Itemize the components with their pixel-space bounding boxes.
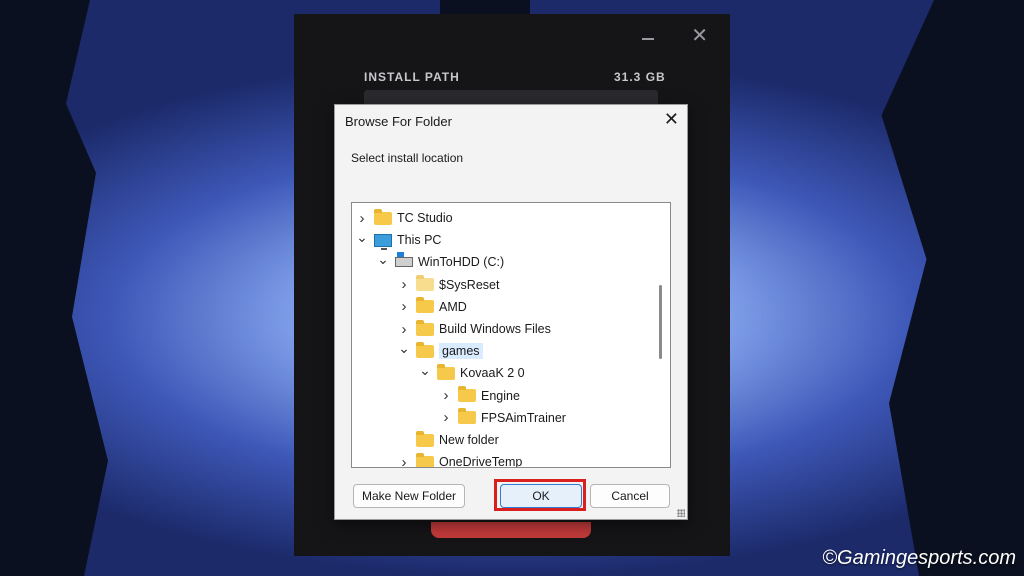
tree-item[interactable]: › FPSAimTrainer: [440, 407, 670, 429]
install-size: 31.3 GB: [614, 70, 666, 84]
dialog-title: Browse For Folder: [345, 114, 452, 129]
tree-item-label: $SysReset: [439, 277, 500, 292]
tree-item-label: WinToHDD (C:): [418, 255, 505, 270]
tree-item[interactable]: › Engine: [440, 385, 670, 407]
tree-item-label: games: [439, 343, 483, 360]
tree-item-label: New folder: [439, 433, 499, 447]
tree-item[interactable]: ›New folder: [398, 429, 670, 451]
chevron-right-icon[interactable]: ›: [398, 298, 410, 315]
folder-icon: [437, 363, 455, 380]
folder-icon: [458, 386, 476, 403]
close-icon[interactable]: ✕: [691, 26, 708, 46]
chevron-right-icon[interactable]: ›: [356, 210, 368, 227]
chevron-right-icon[interactable]: ›: [440, 387, 452, 404]
dialog-subtitle: Select install location: [351, 151, 464, 165]
folder-tree[interactable]: › TC Studio ⌄ This PC ⌄ WinToHDD (C:) › $SysRes…: [351, 202, 671, 468]
browse-for-folder-dialog: Browse For Folder ✕ Select install locat…: [334, 104, 688, 520]
tree-item[interactable]: › TC Studio: [356, 207, 660, 229]
tree-item-label: KovaaK 2 0: [460, 366, 525, 381]
tree-item-label: Build Windows Files: [439, 322, 551, 336]
drive-icon: [395, 252, 413, 268]
chevron-right-icon[interactable]: ›: [440, 409, 452, 426]
tree-item[interactable]: ⌄ This PC: [356, 229, 660, 251]
tree-item-label: FPSAimTrainer: [481, 410, 566, 425]
folder-icon: [416, 452, 434, 467]
folder-icon: [416, 275, 434, 292]
chevron-down-icon[interactable]: ⌄: [356, 229, 368, 246]
chevron-right-icon[interactable]: ›: [398, 321, 410, 338]
tree-item-label: Engine: [481, 388, 520, 403]
chevron-right-icon[interactable]: ›: [398, 454, 410, 467]
install-button[interactable]: [431, 522, 591, 538]
folder-icon: [416, 297, 434, 314]
tree-item-label: This PC: [397, 233, 442, 248]
close-icon[interactable]: ✕: [664, 110, 679, 128]
tree-item[interactable]: ⌄ games: [398, 340, 670, 362]
tree-item-label: AMD: [439, 299, 467, 314]
computer-icon: [374, 233, 392, 250]
minimize-icon[interactable]: [642, 38, 654, 40]
cancel-button[interactable]: Cancel: [590, 484, 670, 508]
tree-item[interactable]: › AMD: [398, 296, 670, 318]
folder-icon: [416, 430, 434, 447]
make-new-folder-button[interactable]: Make New Folder: [353, 484, 465, 508]
chevron-down-icon[interactable]: ⌄: [398, 340, 410, 357]
tree-item[interactable]: › OneDriveTemp: [398, 451, 670, 468]
ok-button-highlight: [494, 479, 586, 511]
background-character-right: [881, 0, 1024, 576]
background-character-left: [0, 0, 108, 576]
folder-icon: [374, 208, 392, 225]
folder-icon: [458, 408, 476, 425]
chevron-right-icon[interactable]: ›: [398, 276, 410, 293]
tree-item-label: OneDriveTemp: [439, 455, 523, 468]
watermark: ©Gamingesports.com: [822, 547, 1016, 569]
folder-icon: [416, 319, 434, 336]
folder-icon: [416, 341, 434, 358]
tree-item[interactable]: ⌄ WinToHDD (C:): [377, 251, 670, 273]
install-path-label: INSTALL PATH: [364, 70, 460, 84]
resize-grip-icon[interactable]: [677, 509, 685, 517]
chevron-down-icon[interactable]: ⌄: [419, 362, 431, 379]
tree-scrollbar[interactable]: [659, 285, 662, 359]
tree-item[interactable]: › Build Windows Files: [398, 318, 670, 340]
tree-item[interactable]: › $SysReset: [398, 274, 670, 296]
chevron-down-icon[interactable]: ⌄: [377, 251, 389, 268]
tree-item[interactable]: ⌄ KovaaK 2 0: [419, 362, 670, 384]
tree-item-label: TC Studio: [397, 211, 453, 225]
